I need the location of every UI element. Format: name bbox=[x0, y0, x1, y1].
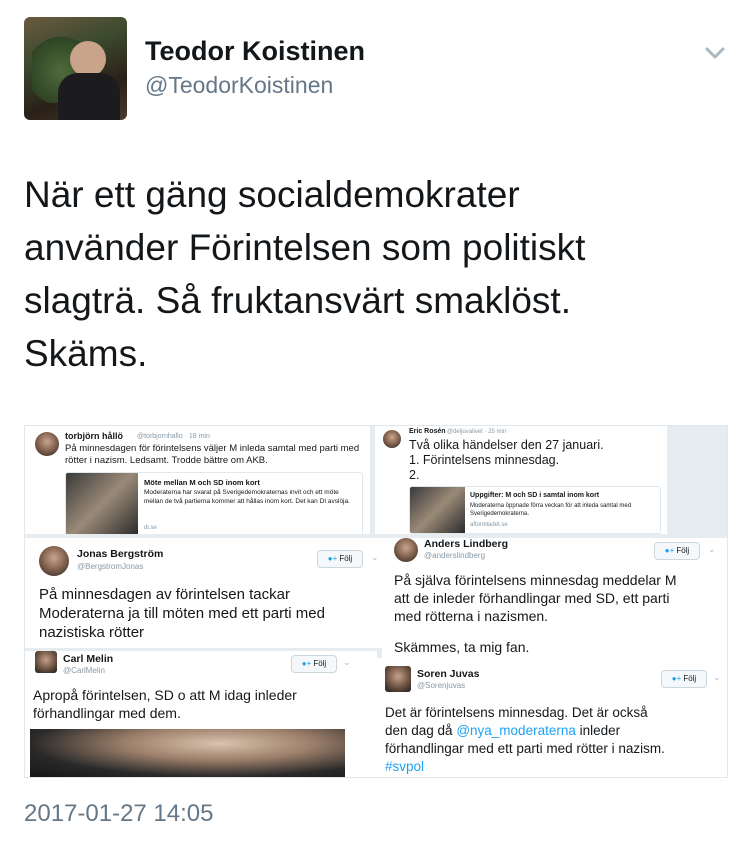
tweet-author-name: Soren Juvas bbox=[417, 668, 480, 680]
tweet-body: På minnesdagen av förintelsen tackar Mode… bbox=[39, 586, 325, 641]
tweet-body: Apropå förintelsen, SD o att M idag inle… bbox=[33, 687, 297, 721]
embedded-tweet-jonas: Jonas Bergström @BergstromJonas ●+ Följ ⌄… bbox=[25, 538, 389, 648]
chevron-down-icon: ⌄ bbox=[713, 672, 721, 682]
preview-title: Uppgifter: M och SD i samtal inom kort bbox=[470, 492, 600, 499]
author-name[interactable]: Teodor Koistinen bbox=[145, 36, 365, 67]
embedded-tweet-soren: Soren Juvas @Sorenjuvas ●+ Följ ⌄ Det är … bbox=[377, 658, 727, 777]
hashtag-link[interactable]: #svpol bbox=[385, 758, 725, 776]
follow-person-icon: ●+ bbox=[327, 554, 338, 563]
tweet-body: På själva förintelsens minnesdag meddela… bbox=[394, 572, 677, 655]
tweet-author-handle: @CarlMelin bbox=[63, 666, 105, 675]
tweet-author-name: Carl Melin bbox=[63, 653, 114, 665]
attached-photo bbox=[30, 729, 345, 777]
tweet-author-name: torbjörn hållö bbox=[65, 431, 123, 441]
tweet-author-name: Jonas Bergström bbox=[77, 548, 164, 560]
follow-button[interactable]: ●+ Följ bbox=[317, 550, 363, 568]
avatar bbox=[35, 432, 59, 456]
link-preview-card: Uppgifter: M och SD i samtal inom kort M… bbox=[409, 486, 661, 534]
chevron-down-icon: ⌄ bbox=[371, 552, 379, 562]
tweet-text-line: slagträ. Så fruktansvärt smaklöst. bbox=[24, 280, 571, 321]
tweet-author-handle: @Sorenjuvas bbox=[417, 681, 466, 690]
preview-description: Moderaterna har svarat på Sverigedemokra… bbox=[144, 489, 350, 505]
tweet-body-line: Två olika händelser den 27 januari. bbox=[409, 438, 604, 452]
tweet-author-handle: @deljuvalivet · 25 min bbox=[447, 429, 507, 435]
chevron-down-icon: ⌄ bbox=[343, 657, 351, 667]
tweet-author-handle: @torbjornhallo · 18 min bbox=[137, 433, 210, 440]
tweet-text-line: använder Förintelsen som politiskt bbox=[24, 227, 586, 268]
attached-image-collage[interactable]: torbjörn hållö @torbjornhallo · 18 min P… bbox=[24, 425, 728, 778]
preview-source: di.se bbox=[144, 525, 157, 531]
embedded-tweet-torbjorn: torbjörn hållö @torbjornhallo · 18 min P… bbox=[25, 426, 370, 534]
tweet-author-handle: @BergstromJonas bbox=[77, 562, 144, 571]
link-preview-card: Möte mellan M och SD inom kort Moderater… bbox=[65, 472, 363, 534]
tweet-text-line: Skäms. bbox=[24, 333, 148, 374]
preview-source: aftonbladet.se bbox=[470, 522, 508, 528]
author-avatar[interactable] bbox=[24, 17, 127, 120]
preview-description: Moderaterna öppnade förra veckan för att… bbox=[470, 503, 632, 517]
tweet-body-line: 1. Förintelsens minnesdag. bbox=[409, 453, 560, 467]
preview-image bbox=[66, 473, 138, 534]
follow-button[interactable]: ●+ Följ bbox=[291, 655, 337, 673]
preview-image bbox=[410, 487, 465, 533]
embedded-tweet-carl: Carl Melin @CarlMelin ●+ Följ ⌄ Apropå fö… bbox=[25, 651, 377, 777]
avatar bbox=[385, 666, 411, 692]
follow-button[interactable]: ●+ Följ bbox=[654, 542, 700, 560]
tweet-timestamp[interactable]: 2017-01-27 14:05 bbox=[24, 800, 214, 828]
follow-person-icon: ●+ bbox=[301, 659, 312, 668]
embedded-tweet-eric: Eric Rosén @deljuvalivet · 25 min Två ol… bbox=[375, 426, 667, 534]
follow-button[interactable]: ●+ Följ bbox=[661, 670, 707, 688]
tweet-body-line: 2. bbox=[409, 468, 420, 482]
follow-person-icon: ●+ bbox=[664, 546, 675, 555]
tweet-text: När ett gäng socialdemokrater använder F… bbox=[24, 168, 724, 380]
avatar bbox=[394, 538, 418, 562]
tweet-author-name: Anders Lindberg bbox=[424, 538, 509, 550]
chevron-down-icon: ⌄ bbox=[708, 544, 716, 554]
embedded-tweet-anders: Anders Lindberg @anderslindberg ●+ Följ ⌄… bbox=[382, 538, 727, 658]
author-handle[interactable]: @TeodorKoistinen bbox=[145, 72, 333, 99]
tweet-body: Det är förintelsens minnesdag. Det är oc… bbox=[385, 704, 725, 776]
avatar bbox=[39, 546, 69, 576]
tweet-text-line: När ett gäng socialdemokrater bbox=[24, 174, 520, 215]
preview-title: Möte mellan M och SD inom kort bbox=[144, 478, 260, 487]
mention-link[interactable]: @nya_moderaterna bbox=[456, 723, 576, 738]
chevron-down-icon[interactable] bbox=[700, 38, 730, 68]
avatar bbox=[383, 430, 401, 448]
follow-person-icon: ●+ bbox=[671, 674, 682, 683]
tweet-body: På minnesdagen för förintelsens väljer M… bbox=[65, 443, 360, 466]
avatar bbox=[35, 651, 57, 673]
tweet-author-name: Eric Rosén bbox=[409, 428, 446, 435]
tweet-author-handle: @anderslindberg bbox=[424, 551, 486, 560]
